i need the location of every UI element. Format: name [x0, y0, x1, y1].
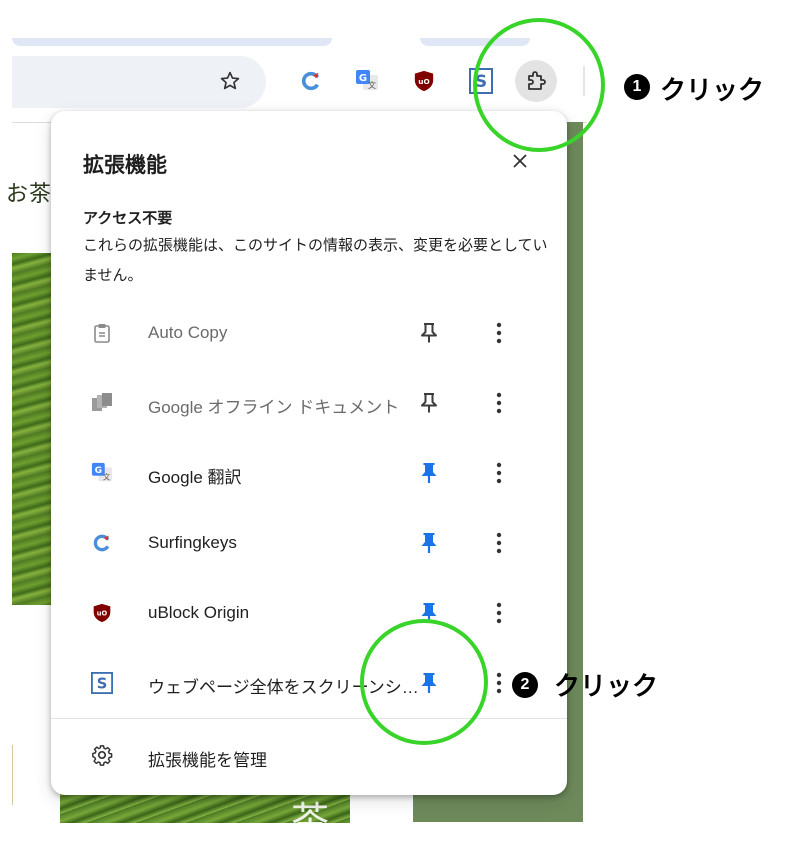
menu-divider [51, 718, 567, 719]
more-options-button[interactable] [487, 528, 511, 558]
ublock-icon: uO [91, 602, 113, 624]
svg-text:uO: uO [418, 77, 429, 86]
star-icon [220, 71, 240, 90]
fullpage-screenshot-icon: S [91, 672, 113, 694]
more-vert-icon [496, 602, 502, 624]
more-vert-icon [496, 322, 502, 344]
step2-number-badge: 2 [512, 672, 538, 698]
extension-row-docs-offline[interactable]: Google オフライン ドキュメント [51, 368, 567, 438]
page-divider [12, 745, 13, 805]
more-options-button[interactable] [487, 458, 511, 488]
docs-offline-icon [91, 392, 113, 414]
more-options-button[interactable] [487, 318, 511, 348]
annotation-ring-step1 [473, 18, 605, 152]
more-options-button[interactable] [487, 598, 511, 628]
step1-label: クリック [660, 75, 765, 105]
extension-row-google-translate[interactable]: G 文 Google 翻訳 [51, 438, 567, 508]
more-vert-icon [496, 532, 502, 554]
section-description: これらの拡張機能は、このサイトの情報の表示、変更を必要としていません。 [83, 237, 548, 284]
more-options-button[interactable] [487, 668, 511, 698]
svg-text:G: G [359, 73, 367, 84]
manage-extensions-item[interactable]: 拡張機能を管理 [51, 726, 567, 788]
pin-filled-icon [421, 463, 437, 483]
more-vert-icon [496, 672, 502, 694]
svg-text:uO: uO [97, 610, 108, 618]
ublock-icon: uO [414, 70, 434, 92]
popup-title: 拡張機能 [83, 154, 167, 177]
extensions-menu: 拡張機能 アクセス不要 これらの拡張機能は、このサイトの情報の表示、変更を必要と… [51, 111, 567, 795]
pin-outline-icon [421, 393, 437, 413]
google-translate-icon: G 文 [91, 462, 113, 484]
pin-button[interactable] [415, 528, 443, 558]
close-icon [513, 154, 527, 168]
bookmark-star-button[interactable] [213, 64, 247, 98]
surfingkeys-icon [301, 71, 320, 91]
svg-text:文: 文 [368, 80, 376, 90]
extension-row-fullpage-screenshot[interactable]: S ウェブページ全体をスクリーンシ… [51, 648, 567, 718]
toolbar-google-translate-button[interactable]: G 文 [352, 66, 382, 96]
annotation-ring-step2 [360, 619, 488, 745]
more-vert-icon [496, 392, 502, 414]
extension-name: uBlock Origin [148, 603, 250, 622]
page-heading-fragment: お茶 [6, 182, 53, 207]
extension-row-surfingkeys[interactable]: Surfingkeys [51, 508, 567, 578]
extension-name: Surfingkeys [148, 533, 237, 552]
banner-kanji: 茶 [291, 799, 330, 843]
extension-row-ublock-origin[interactable]: uO uBlock Origin [51, 578, 567, 648]
tab-strip [12, 38, 332, 46]
svg-text:文: 文 [103, 472, 111, 481]
extension-name: Google 翻訳 [148, 468, 242, 487]
toolbar-surfingkeys-button[interactable] [296, 66, 326, 96]
section-heading: アクセス不要 [83, 210, 173, 227]
google-translate-icon: G 文 [356, 70, 378, 90]
pin-button[interactable] [415, 318, 443, 348]
manage-extensions-label: 拡張機能を管理 [148, 751, 267, 770]
clipboard-icon [91, 322, 113, 344]
gear-icon [90, 743, 114, 767]
pin-outline-icon [421, 323, 437, 343]
extension-name: Auto Copy [148, 323, 228, 342]
toolbar-ublock-button[interactable]: uO [409, 66, 439, 96]
step1-number-badge: 1 [624, 74, 650, 100]
step2-label: クリック [554, 671, 659, 701]
pin-button[interactable] [415, 388, 443, 418]
more-options-button[interactable] [487, 388, 511, 418]
svg-text:G: G [95, 465, 103, 476]
svg-text:S: S [97, 676, 108, 693]
pin-filled-icon [421, 533, 437, 553]
surfingkeys-icon [91, 532, 113, 554]
more-vert-icon [496, 462, 502, 484]
extension-name: Google オフライン ドキュメント [148, 398, 400, 417]
pin-button[interactable] [415, 458, 443, 488]
extension-row-auto-copy[interactable]: Auto Copy [51, 298, 567, 368]
